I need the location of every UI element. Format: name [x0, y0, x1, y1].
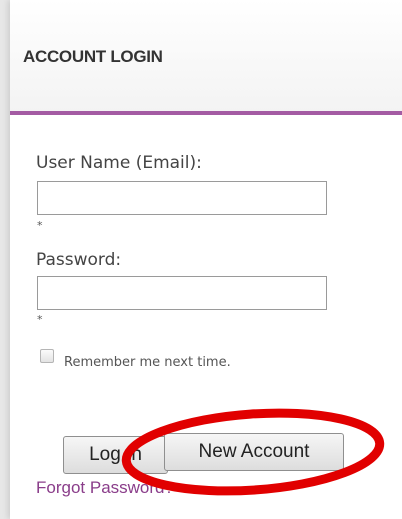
username-label: User Name (Email):	[36, 153, 202, 173]
new-account-button[interactable]: New Account	[164, 433, 344, 471]
password-label: Password:	[36, 250, 122, 270]
remember-me-checkbox[interactable]	[40, 349, 54, 363]
remember-me-label: Remember me next time.	[64, 355, 231, 370]
username-required-marker: *	[37, 219, 43, 232]
password-input[interactable]	[37, 276, 327, 310]
header-divider	[10, 111, 402, 115]
panel-title: ACCOUNT LOGIN	[23, 47, 163, 66]
forgot-password-link[interactable]: Forgot Password?	[36, 478, 174, 498]
log-in-button[interactable]: Log In	[63, 436, 168, 474]
password-required-marker: *	[37, 313, 43, 326]
username-input[interactable]	[37, 181, 327, 215]
